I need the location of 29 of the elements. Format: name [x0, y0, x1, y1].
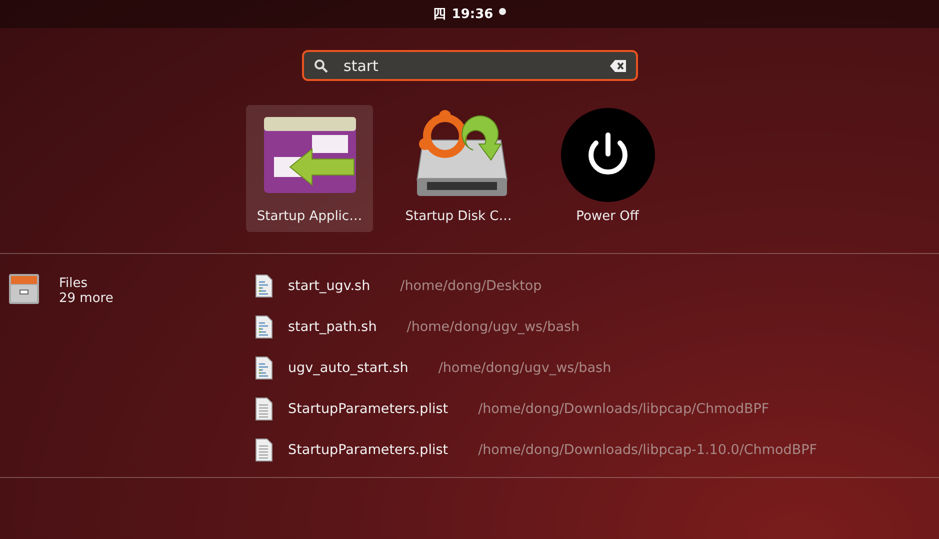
file-name[interactable]: StartupParameters.plist: [288, 442, 448, 458]
app-tile[interactable]: Startup Applic…: [246, 105, 373, 232]
app-tile[interactable]: Startup Disk C…: [395, 105, 522, 232]
file-cabinet-icon: [8, 273, 40, 305]
more-count[interactable]: 29 more: [59, 291, 114, 306]
text-file-icon: [255, 397, 273, 421]
clock-time[interactable]: 19:36: [452, 6, 494, 22]
app-tile[interactable]: Power Off: [544, 105, 671, 232]
clear-icon[interactable]: [610, 60, 626, 72]
file-path: /home/dong/ugv_ws/bash: [406, 319, 580, 335]
file-name[interactable]: StartupParameters.plist: [288, 401, 448, 417]
file-path: /home/dong/Downloads/libpcap-1.10.0/ChmodBPF: [478, 442, 818, 458]
file-name[interactable]: start_path.sh: [288, 319, 377, 335]
provider-name[interactable]: Files: [59, 276, 114, 291]
file-path: /home/dong/Downloads/libpcap/ChmodBPF: [478, 401, 770, 417]
notification-dot-icon: [499, 8, 506, 14]
search-field[interactable]: start: [302, 50, 638, 81]
script-file-icon: [255, 356, 273, 380]
file-name[interactable]: start_ugv.sh: [288, 278, 370, 294]
file-path: /home/dong/Desktop: [400, 278, 542, 294]
startup-applications-icon: [264, 117, 356, 193]
text-file-icon: [255, 438, 273, 462]
script-file-icon: [255, 274, 273, 298]
weekday-label: 四: [432, 6, 446, 23]
search-icon: [314, 59, 328, 73]
script-file-icon: [255, 315, 273, 339]
power-icon: [560, 108, 654, 202]
file-name[interactable]: ugv_auto_start.sh: [288, 360, 408, 376]
file-path: /home/dong/ugv_ws/bash: [438, 360, 612, 376]
